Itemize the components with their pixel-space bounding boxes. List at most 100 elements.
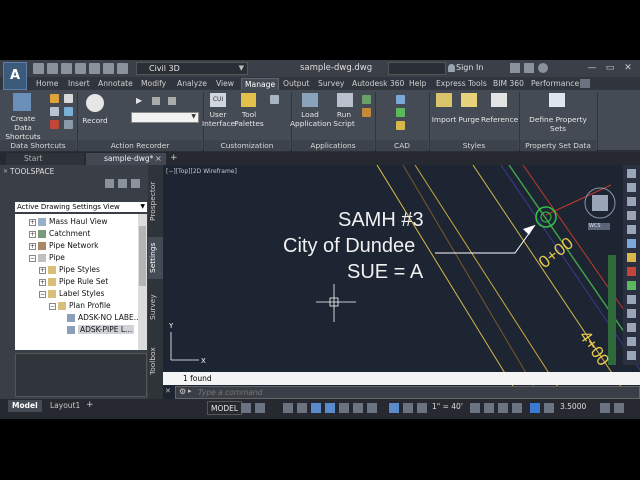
application-menu-button[interactable]: A <box>3 62 27 90</box>
tab-performance[interactable]: Performance <box>531 78 579 90</box>
macro-select[interactable]: ▼ <box>131 112 199 123</box>
tree-item-plan-profile[interactable]: − Plan Profile <box>15 300 111 312</box>
transparency-icon[interactable] <box>353 403 363 413</box>
tab-annotate[interactable]: Annotate <box>98 78 133 90</box>
toolspace-view-select[interactable]: Active Drawing Settings View ▼ <box>15 202 147 212</box>
expand-icon[interactable]: + <box>29 242 36 250</box>
toolspace-tool-icon-3[interactable] <box>131 179 140 188</box>
workspace-switch-icon[interactable] <box>470 403 480 413</box>
tab-help[interactable]: Help <box>409 78 426 90</box>
create-data-shortcuts-button[interactable]: Create Data Shortcuts <box>3 114 43 141</box>
define-property-sets-button[interactable]: Define Property Sets <box>520 115 596 133</box>
ortho-icon[interactable] <box>283 403 293 413</box>
side-tab-prospector[interactable]: Prospector <box>148 177 163 225</box>
data-shortcut-icon-6[interactable] <box>64 120 73 129</box>
expand-icon[interactable]: + <box>39 278 46 286</box>
tab-insert[interactable]: Insert <box>68 78 90 90</box>
close-icon[interactable]: × <box>155 154 162 163</box>
application-icon-2[interactable] <box>362 108 371 117</box>
data-shortcut-icon-2[interactable] <box>50 107 59 116</box>
polar-icon[interactable] <box>297 403 307 413</box>
save-as-icon[interactable] <box>75 63 86 74</box>
wcs-label[interactable]: WCS <box>589 223 601 229</box>
collapse-icon[interactable]: − <box>39 290 46 298</box>
tool-icon-6[interactable] <box>627 309 636 318</box>
orbit-icon[interactable] <box>627 211 636 220</box>
exchange-icon[interactable] <box>510 63 520 73</box>
side-tab-toolbox[interactable]: Toolbox <box>148 339 163 383</box>
open-icon[interactable] <box>47 63 58 74</box>
import-button[interactable]: Import <box>430 115 458 124</box>
model-space-button[interactable]: MODEL <box>207 401 243 415</box>
tool-icon-1[interactable] <box>627 239 636 248</box>
side-tab-survey[interactable]: Survey <box>148 287 163 327</box>
annotation-scale-value[interactable]: 1" = 40' <box>432 402 463 411</box>
clean-screen-icon[interactable] <box>600 403 610 413</box>
toolspace-tool-icon-1[interactable] <box>105 179 114 188</box>
collapse-icon[interactable]: − <box>49 302 56 310</box>
otrack-icon[interactable] <box>325 403 335 413</box>
customization-menu-icon[interactable] <box>614 403 624 413</box>
ribbon-toggle-icon[interactable] <box>580 79 590 88</box>
units-icon[interactable] <box>498 403 508 413</box>
collapse-icon[interactable]: − <box>29 254 36 262</box>
reference-button[interactable]: Reference <box>481 115 518 124</box>
file-tab-sample-dwg[interactable]: sample-dwg* <box>86 153 166 165</box>
tab-home[interactable]: Home <box>36 78 58 90</box>
tree-item-pipe-rule-set[interactable]: + Pipe Rule Set <box>15 276 108 288</box>
auto-scale-icon[interactable] <box>403 403 413 413</box>
load-application-button[interactable]: Load Application <box>290 110 331 128</box>
tree-item-adsk-pipe-label[interactable]: ADSK-PIPE L... <box>15 324 139 336</box>
configure-standards-icon[interactable] <box>396 95 405 104</box>
maximize-button[interactable]: ▭ <box>602 62 618 75</box>
tree-item-pipe-styles[interactable]: + Pipe Styles <box>15 264 100 276</box>
layout-tab-model[interactable]: Model <box>8 400 42 412</box>
tool-icon-9[interactable] <box>627 351 636 360</box>
data-shortcut-icon-3[interactable] <box>50 120 59 129</box>
layer-translator-icon[interactable] <box>396 121 405 130</box>
command-input[interactable] <box>198 387 628 398</box>
tree-item-catchment[interactable]: + Catchment <box>15 228 90 240</box>
tree-item-mass-haul-view[interactable]: + Mass Haul View <box>15 216 108 228</box>
close-icon[interactable]: ✕ <box>3 168 8 175</box>
tool-icon-7[interactable] <box>627 323 636 332</box>
tree-item-pipe-network[interactable]: + Pipe Network <box>15 240 99 252</box>
grid-icon[interactable] <box>241 403 251 413</box>
tab-survey[interactable]: Survey <box>318 78 344 90</box>
close-button[interactable]: ✕ <box>620 62 636 75</box>
hardware-acceleration-icon[interactable] <box>544 403 554 413</box>
side-tab-settings[interactable]: Settings <box>148 237 163 279</box>
data-shortcut-icon-1[interactable] <box>50 94 59 103</box>
sign-in-link[interactable]: Sign In <box>456 63 483 72</box>
tab-analyze[interactable]: Analyze <box>177 78 207 90</box>
help-icon[interactable] <box>538 63 548 73</box>
panel-property-set-data[interactable]: Property Set Data <box>520 140 596 151</box>
workspace-select[interactable]: Civil 3D ▼ <box>136 62 248 75</box>
tool-icon-4[interactable] <box>627 281 636 290</box>
expand-icon[interactable]: + <box>29 230 36 238</box>
tool-icon-8[interactable] <box>627 337 636 346</box>
tab-express-tools[interactable]: Express Tools <box>436 78 487 90</box>
tab-view[interactable]: View <box>216 78 234 90</box>
data-shortcut-icon-5[interactable] <box>64 107 73 116</box>
tree-scrollbar[interactable] <box>138 214 147 350</box>
file-tab-start[interactable]: Start <box>6 153 84 165</box>
new-icon[interactable] <box>33 63 44 74</box>
zoom-extents-icon[interactable] <box>627 197 636 206</box>
panel-applications[interactable]: Applications <box>292 140 374 151</box>
print-icon[interactable] <box>89 63 100 74</box>
redo-icon[interactable] <box>117 63 128 74</box>
data-shortcut-icon-4[interactable] <box>64 94 73 103</box>
customize-icon[interactable] <box>270 95 279 104</box>
run-script-button[interactable]: Run Script <box>330 110 358 128</box>
panel-data-shortcuts[interactable]: Data Shortcuts <box>0 140 76 151</box>
panel-action-recorder[interactable]: Action Recorder <box>78 140 202 151</box>
play-icon[interactable]: ▶ <box>136 96 142 105</box>
record-button[interactable]: Record <box>78 116 112 125</box>
lineweight-icon[interactable] <box>339 403 349 413</box>
tab-output[interactable]: Output <box>283 78 309 90</box>
layout-tab-layout1[interactable]: Layout1 <box>46 400 84 412</box>
stay-connected-icon[interactable] <box>524 63 534 73</box>
annotation-monitor-icon[interactable] <box>484 403 494 413</box>
user-interface-button[interactable]: User Interface <box>202 110 235 128</box>
